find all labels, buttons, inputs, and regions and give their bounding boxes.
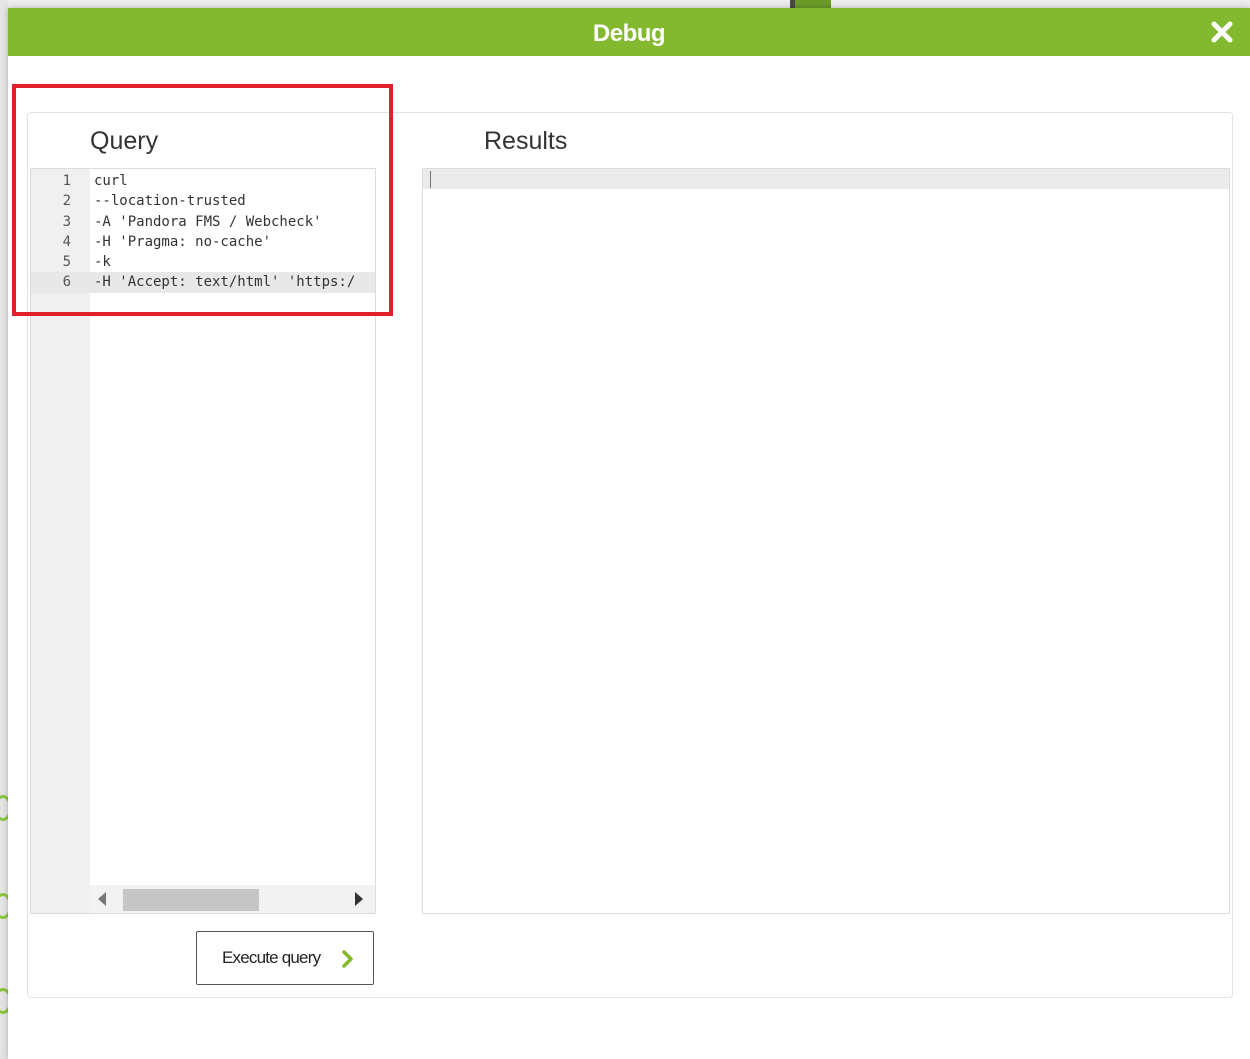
- scroll-left-arrow-icon[interactable]: [98, 892, 106, 906]
- dialog-title: Debug: [592, 20, 666, 47]
- line-number: 5: [62, 254, 71, 271]
- scrollbar-thumb[interactable]: [123, 889, 259, 911]
- results-output[interactable]: [422, 168, 1230, 914]
- close-icon: [1211, 21, 1233, 43]
- code-line[interactable]: 2 --location-trusted: [31, 191, 375, 211]
- code-text: curl: [94, 173, 128, 189]
- code-text: -A 'Pandora FMS / Webcheck': [94, 213, 322, 230]
- debug-dialog: Debug Query Results 1 curl 2 --location-tru…: [8, 8, 1250, 1059]
- dialog-titlebar: Debug: [8, 8, 1250, 56]
- line-number: 1: [62, 173, 71, 189]
- debug-panel: Query Results 1 curl 2 --location-trusted 3 -…: [27, 112, 1233, 998]
- code-line[interactable]: 5 -k: [31, 252, 375, 272]
- query-heading: Query: [90, 127, 159, 155]
- execute-query-button[interactable]: Execute query: [196, 931, 374, 985]
- scroll-right-arrow-icon[interactable]: [355, 892, 363, 906]
- code-text: --location-trusted: [94, 193, 246, 210]
- line-number: 6: [62, 274, 71, 291]
- line-number: 3: [62, 213, 71, 230]
- text-cursor: [430, 171, 431, 188]
- code-lines[interactable]: 1 curl 2 --location-trusted 3 -A 'Pandora FMS…: [31, 171, 375, 293]
- line-number: 4: [62, 233, 71, 250]
- code-line[interactable]: 6 -H 'Accept: text/html' 'https:/: [31, 272, 375, 293]
- line-number: 2: [62, 193, 71, 210]
- code-line[interactable]: 4 -H 'Pragma: no-cache': [31, 232, 375, 252]
- execute-query-label: Execute query: [222, 948, 321, 967]
- code-line[interactable]: 3 -A 'Pandora FMS / Webcheck': [31, 212, 375, 232]
- code-text: -H 'Accept: text/html' 'https:/: [94, 274, 356, 291]
- code-text: -k: [94, 254, 111, 271]
- code-text: -H 'Pragma: no-cache': [94, 233, 272, 250]
- horizontal-scrollbar[interactable]: [90, 885, 375, 913]
- results-active-line: [423, 169, 1229, 189]
- code-line[interactable]: 1 curl: [31, 171, 375, 191]
- results-heading: Results: [484, 127, 568, 155]
- query-editor[interactable]: 1 curl 2 --location-trusted 3 -A 'Pandora FMS…: [30, 168, 376, 914]
- close-button[interactable]: [1208, 18, 1236, 46]
- chevron-right-icon: [342, 950, 353, 968]
